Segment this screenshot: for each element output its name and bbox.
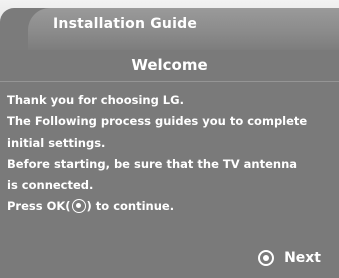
- message-line: Thank you for choosing LG.: [7, 93, 184, 107]
- message-line: initial settings.: [7, 135, 106, 150]
- ok-button-icon: [258, 250, 275, 266]
- message-line: The Following process guides you to comp…: [7, 114, 308, 129]
- message-line: Before starting, be sure that the TV ant…: [7, 156, 298, 171]
- next-button[interactable]: Next: [258, 247, 321, 269]
- installation-guide-screen: Installation Guide Welcome Thank you for…: [0, 0, 339, 278]
- ok-button-icon: [71, 199, 86, 214]
- instruction-suffix: ) to continue.: [86, 199, 175, 214]
- welcome-heading: Welcome: [131, 56, 208, 74]
- heading-divider: [0, 81, 339, 82]
- instruction-prefix: Press OK(: [7, 199, 71, 214]
- message-line: is connected.: [7, 178, 94, 193]
- window-title: Installation Guide: [53, 16, 198, 32]
- instruction-line: Press OK( ) to continue.: [7, 196, 337, 217]
- message-text: Thank you for choosing LG. The Following…: [7, 90, 337, 218]
- next-button-label: Next: [284, 250, 321, 266]
